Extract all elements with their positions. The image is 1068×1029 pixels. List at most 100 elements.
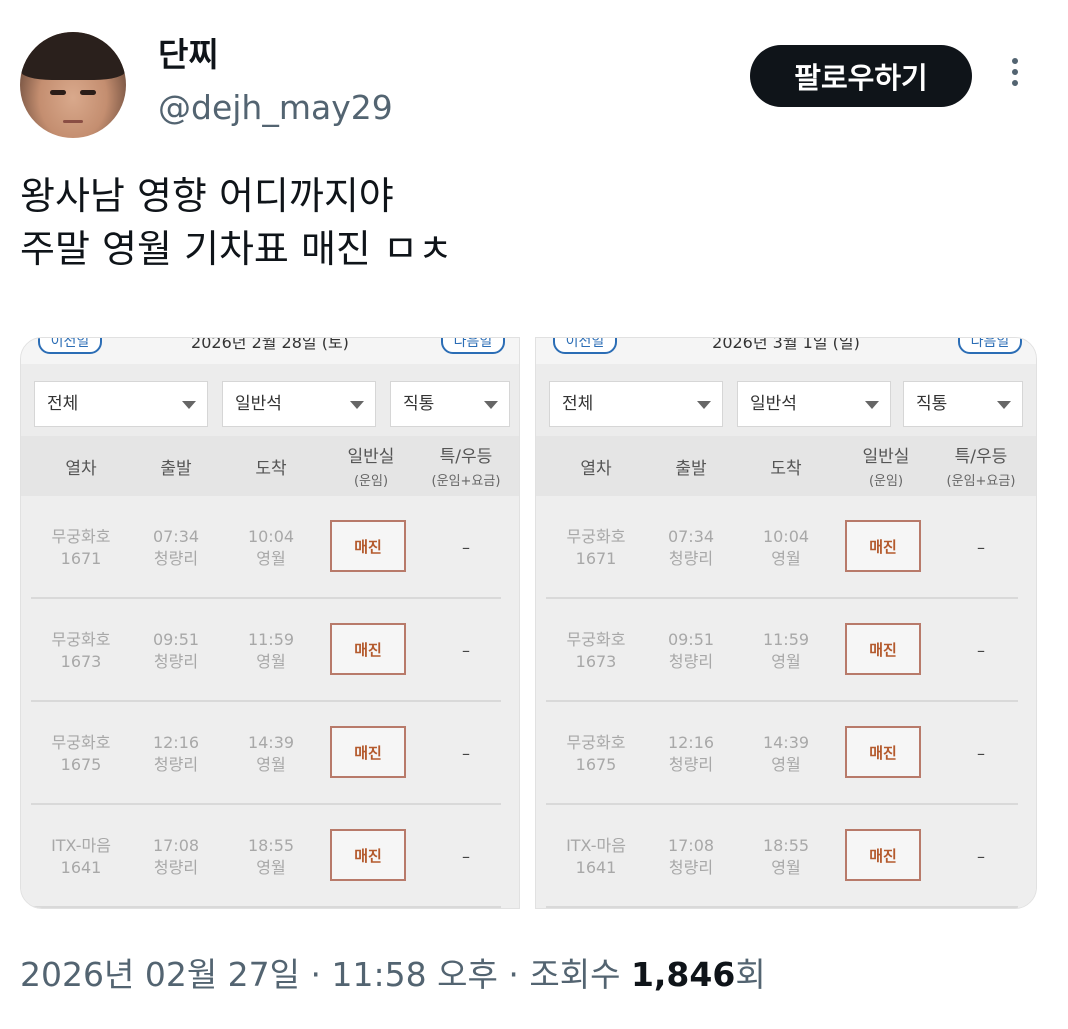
- views-label: 조회수: [529, 955, 621, 994]
- sold-out-badge: 매진: [845, 520, 921, 572]
- table-row: 무궁화호 1673 09:51 청량리 11:59 영월 매진 –: [536, 599, 1036, 702]
- dropdown-arrow-icon: [350, 401, 364, 409]
- sold-out-badge: 매진: [845, 829, 921, 881]
- row-divider: [546, 906, 1018, 908]
- premium-cell: –: [462, 538, 470, 557]
- avatar-eye: [50, 90, 66, 95]
- train-cell: 무궁화호 1675: [51, 732, 111, 774]
- col-standard: 일반실 (운임): [862, 447, 910, 489]
- train-cell: 무궁화호 1671: [51, 526, 111, 568]
- post-date[interactable]: 2026년 02월 27일: [20, 955, 300, 994]
- premium-cell: –: [977, 744, 985, 763]
- arrival-cell: 18:55 영월: [762, 835, 810, 877]
- col-departure: 출발: [675, 459, 707, 479]
- sold-out-badge: 매진: [330, 623, 406, 675]
- sold-out-badge: 매진: [845, 623, 921, 675]
- col-train: 열차: [65, 459, 97, 479]
- table-row: 무궁화호 1671 07:34 청량리 10:04 영월 매진 –: [21, 496, 519, 599]
- filter-select-all: 전체: [34, 381, 208, 427]
- table-row: 무궁화호 1675 12:16 청량리 14:39 영월 매진 –: [21, 702, 519, 805]
- tweet-text: 왕사남 영향 어디까지야 주말 영월 기차표 매진 ㅁㅊ: [20, 170, 453, 276]
- premium-cell: –: [977, 538, 985, 557]
- meta-separator: ·: [508, 955, 519, 994]
- table-row: ITX-마음 1641 17:08 청량리 18:55 영월 매진 –: [536, 805, 1036, 908]
- train-cell: ITX-마음 1641: [566, 835, 626, 877]
- arrival-cell: 10:04 영월: [762, 526, 810, 568]
- col-arrival: 도착: [770, 459, 802, 479]
- views-suffix: 회: [735, 955, 766, 994]
- more-options-icon[interactable]: [1005, 58, 1025, 98]
- tweet-line: 왕사남 영향 어디까지야: [20, 174, 394, 218]
- dropdown-arrow-icon: [697, 401, 711, 409]
- departure-cell: 09:51 청량리: [152, 629, 200, 671]
- tweet-meta: 2026년 02월 27일 · 11:58 오후 · 조회수 1,846회: [20, 948, 766, 996]
- arrival-cell: 11:59 영월: [247, 629, 295, 671]
- table-header: 열차 출발 도착 일반실 (운임) 특/우등 (운임+요금): [536, 436, 1036, 496]
- sold-out-badge: 매진: [330, 829, 406, 881]
- tweet-line: 주말 영월 기차표 매진 ㅁㅊ: [20, 227, 453, 271]
- train-cell: 무궁화호 1673: [566, 629, 626, 671]
- arrival-cell: 14:39 영월: [247, 732, 295, 774]
- avatar[interactable]: [20, 32, 126, 138]
- premium-cell: –: [462, 847, 470, 866]
- col-departure: 출발: [160, 459, 192, 479]
- departure-cell: 07:34 청량리: [667, 526, 715, 568]
- filter-select-seat: 일반석: [222, 381, 376, 427]
- col-standard: 일반실 (운임): [347, 447, 395, 489]
- post-time[interactable]: 11:58 오후: [332, 955, 498, 994]
- filter-select-direct: 직통: [390, 381, 510, 427]
- premium-cell: –: [977, 847, 985, 866]
- avatar-hair: [20, 32, 126, 80]
- panel-header: 이전일 2026년 2월 28일 (토) 다음일: [21, 338, 519, 364]
- next-day-button: 다음일: [958, 338, 1022, 354]
- dropdown-arrow-icon: [182, 401, 196, 409]
- media-image-left[interactable]: 이전일 2026년 2월 28일 (토) 다음일 전체 일반석 직통 열차 출발…: [20, 337, 520, 909]
- filter-select-all: 전체: [549, 381, 723, 427]
- premium-cell: –: [462, 744, 470, 763]
- follow-button[interactable]: 팔로우하기: [750, 45, 972, 107]
- table-row: 무궁화호 1671 07:34 청량리 10:04 영월 매진 –: [536, 496, 1036, 599]
- departure-cell: 17:08 청량리: [667, 835, 715, 877]
- views-count: 1,846: [630, 955, 736, 994]
- user-handle[interactable]: @dejh_may29: [158, 91, 393, 124]
- train-cell: 무궁화호 1671: [566, 526, 626, 568]
- panel-header: 이전일 2026년 3월 1일 (일) 다음일: [536, 338, 1036, 364]
- table-row: ITX-마음 1641 17:08 청량리 18:55 영월 매진 –: [21, 805, 519, 908]
- arrival-cell: 11:59 영월: [762, 629, 810, 671]
- sold-out-badge: 매진: [845, 726, 921, 778]
- filter-bar: 전체 일반석 직통: [536, 364, 1036, 436]
- departure-cell: 12:16 청량리: [667, 732, 715, 774]
- col-premium: 특/우등 (운임+요금): [946, 447, 1016, 489]
- departure-cell: 09:51 청량리: [667, 629, 715, 671]
- dropdown-arrow-icon: [997, 401, 1011, 409]
- arrival-cell: 14:39 영월: [762, 732, 810, 774]
- filter-select-direct: 직통: [903, 381, 1023, 427]
- dropdown-arrow-icon: [484, 401, 498, 409]
- col-train: 열차: [580, 459, 612, 479]
- departure-cell: 07:34 청량리: [152, 526, 200, 568]
- premium-cell: –: [977, 641, 985, 660]
- filter-bar: 전체 일반석 직통: [21, 364, 519, 436]
- filter-select-seat: 일반석: [737, 381, 891, 427]
- train-cell: ITX-마음 1641: [51, 835, 111, 877]
- departure-cell: 17:08 청량리: [152, 835, 200, 877]
- premium-cell: –: [462, 641, 470, 660]
- table-header: 열차 출발 도착 일반실 (운임) 특/우등 (운임+요금): [21, 436, 519, 496]
- display-name[interactable]: 단찌: [158, 38, 219, 71]
- col-arrival: 도착: [255, 459, 287, 479]
- media-image-right[interactable]: 이전일 2026년 3월 1일 (일) 다음일 전체 일반석 직통 열차 출발 …: [535, 337, 1037, 909]
- dropdown-arrow-icon: [865, 401, 879, 409]
- meta-separator: ·: [310, 955, 322, 994]
- row-divider: [31, 906, 501, 908]
- avatar-mouth: [63, 120, 83, 123]
- train-cell: 무궁화호 1673: [51, 629, 111, 671]
- table-row: 무궁화호 1675 12:16 청량리 14:39 영월 매진 –: [536, 702, 1036, 805]
- table-row: 무궁화호 1673 09:51 청량리 11:59 영월 매진 –: [21, 599, 519, 702]
- sold-out-badge: 매진: [330, 520, 406, 572]
- departure-cell: 12:16 청량리: [152, 732, 200, 774]
- train-list: 무궁화호 1671 07:34 청량리 10:04 영월 매진 – 무궁화호 1673 …: [536, 496, 1036, 908]
- arrival-cell: 10:04 영월: [247, 526, 295, 568]
- next-day-button: 다음일: [441, 338, 505, 354]
- train-cell: 무궁화호 1675: [566, 732, 626, 774]
- avatar-eye: [80, 90, 96, 95]
